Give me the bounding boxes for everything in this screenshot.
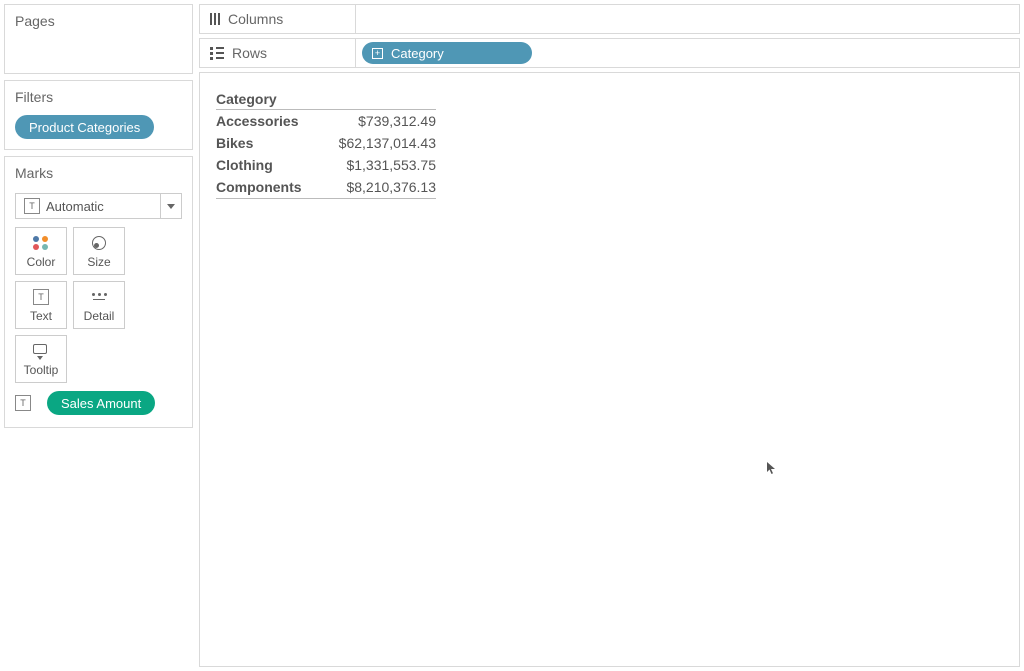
- cursor-icon: [766, 461, 776, 475]
- size-icon: [90, 234, 108, 252]
- visualization-canvas[interactable]: Category Accessories $739,312.49 Bikes $…: [199, 72, 1020, 667]
- table-row[interactable]: Accessories $739,312.49: [216, 110, 436, 132]
- detail-icon: [90, 288, 108, 306]
- row-category: Accessories: [216, 113, 316, 129]
- row-value: $8,210,376.13: [316, 179, 436, 195]
- marks-color-label: Color: [27, 255, 56, 269]
- color-icon: [32, 234, 50, 252]
- viz-table: Accessories $739,312.49 Bikes $62,137,01…: [216, 109, 436, 199]
- marks-text-pill-label: Sales Amount: [61, 396, 141, 411]
- columns-label: Columns: [228, 11, 283, 27]
- row-category: Components: [216, 179, 316, 195]
- row-category: Clothing: [216, 157, 316, 173]
- rows-shelf[interactable]: Rows + Category: [199, 38, 1020, 68]
- columns-shelf[interactable]: Columns: [199, 4, 1020, 34]
- row-value: $1,331,553.75: [316, 157, 436, 173]
- rows-label: Rows: [232, 45, 267, 61]
- rows-icon: [210, 47, 224, 60]
- expand-icon: +: [372, 48, 383, 59]
- rows-dropzone[interactable]: + Category: [356, 42, 1019, 64]
- filter-pill-label: Product Categories: [29, 120, 140, 135]
- filters-shelf[interactable]: Filters Product Categories: [4, 80, 193, 150]
- marks-text-pill-sales-amount[interactable]: Sales Amount: [47, 391, 155, 415]
- rows-pill-label: Category: [391, 46, 444, 61]
- marks-color-button[interactable]: Color: [15, 227, 67, 275]
- marks-size-button[interactable]: Size: [73, 227, 125, 275]
- row-category: Bikes: [216, 135, 316, 151]
- marks-text-button[interactable]: T Text: [15, 281, 67, 329]
- table-row[interactable]: Components $8,210,376.13: [216, 176, 436, 198]
- text-icon: T: [15, 395, 31, 411]
- table-row[interactable]: Clothing $1,331,553.75: [216, 154, 436, 176]
- marks-card: Marks T Automatic: [4, 156, 193, 428]
- rows-pill-category[interactable]: + Category: [362, 42, 532, 64]
- chevron-down-icon: [167, 204, 175, 209]
- marks-size-label: Size: [87, 255, 110, 269]
- tooltip-icon: [32, 342, 50, 360]
- text-icon: T: [32, 288, 50, 306]
- marks-detail-label: Detail: [84, 309, 115, 323]
- marks-type-dropdown-button[interactable]: [160, 193, 182, 219]
- pages-shelf[interactable]: Pages: [4, 4, 193, 74]
- marks-label: Marks: [5, 157, 192, 187]
- row-value: $739,312.49: [316, 113, 436, 129]
- viz-header: Category: [216, 91, 1003, 109]
- marks-tooltip-label: Tooltip: [24, 363, 59, 377]
- pages-label: Pages: [5, 5, 192, 35]
- marks-type-select[interactable]: T Automatic: [15, 193, 182, 219]
- marks-text-label: Text: [30, 309, 52, 323]
- filter-pill-product-categories[interactable]: Product Categories: [15, 115, 154, 139]
- text-icon: T: [24, 198, 40, 214]
- marks-tooltip-button[interactable]: Tooltip: [15, 335, 67, 383]
- marks-detail-button[interactable]: Detail: [73, 281, 125, 329]
- columns-icon: [210, 13, 220, 25]
- marks-type-value: Automatic: [46, 199, 104, 214]
- table-row[interactable]: Bikes $62,137,014.43: [216, 132, 436, 154]
- row-value: $62,137,014.43: [316, 135, 436, 151]
- filters-label: Filters: [5, 81, 192, 115]
